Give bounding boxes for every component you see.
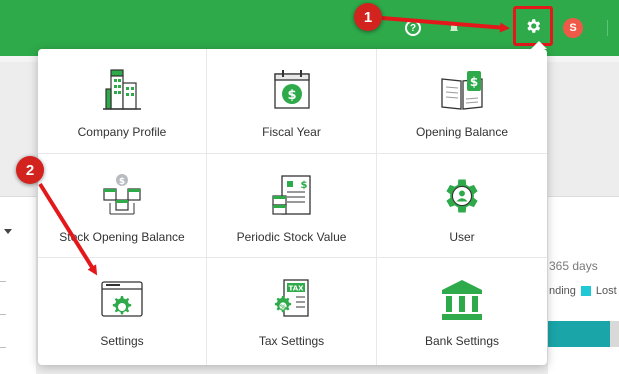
stock-report-icon: $ xyxy=(270,174,314,218)
menu-item-company-profile[interactable]: Company Profile xyxy=(38,49,207,154)
progress-bar-fill xyxy=(548,321,610,347)
chart-legend: nding Lost xyxy=(549,285,617,297)
avatar-initial: S xyxy=(569,22,577,34)
background-tick xyxy=(0,281,6,282)
legend-pending-label: nding xyxy=(549,285,576,297)
dropdown-caret xyxy=(531,41,547,49)
svg-text:$: $ xyxy=(300,180,307,191)
toolbar-divider xyxy=(607,20,608,36)
settings-dropdown-menu: Company Profile $ Fiscal Year $ Opening … xyxy=(38,41,547,365)
settings-menu-grid: Company Profile $ Fiscal Year $ Opening … xyxy=(38,49,547,365)
callout-badge-1: 1 xyxy=(354,3,382,31)
menu-item-label: Opening Balance xyxy=(415,125,509,139)
svg-text:%: % xyxy=(279,304,285,311)
menu-item-label: Fiscal Year xyxy=(262,125,321,139)
settings-window-icon xyxy=(99,278,145,322)
menu-item-label: Tax Settings xyxy=(258,334,325,348)
svg-text:$: $ xyxy=(287,88,296,103)
gear-icon xyxy=(527,19,541,33)
legend-lost-label: Lost xyxy=(595,285,617,297)
svg-text:$: $ xyxy=(119,177,125,187)
days-label: 365 days xyxy=(549,259,598,273)
menu-item-label: Bank Settings xyxy=(424,334,500,348)
notification-icon[interactable] xyxy=(447,20,461,36)
callout-number: 2 xyxy=(25,161,35,179)
building-icon xyxy=(102,69,142,113)
bank-icon xyxy=(440,278,484,322)
caret-down-icon[interactable] xyxy=(4,229,12,234)
menu-item-periodic-stock-value[interactable]: $ Periodic Stock Value xyxy=(207,154,377,258)
menu-item-tax-settings[interactable]: TAX % Tax Settings xyxy=(207,258,377,365)
callout-badge-2: 2 xyxy=(16,156,44,184)
settings-gear-button[interactable] xyxy=(513,6,553,46)
menu-item-opening-balance[interactable]: $ Opening Balance xyxy=(377,49,547,154)
progress-bar-rest xyxy=(610,321,619,347)
menu-item-stock-opening-balance[interactable]: $ Stock Opening Balance xyxy=(38,154,207,258)
menu-item-fiscal-year[interactable]: $ Fiscal Year xyxy=(207,49,377,154)
svg-text:$: $ xyxy=(470,75,478,89)
background-tick xyxy=(0,347,6,348)
ledger-book-icon: $ xyxy=(440,69,484,113)
menu-item-label: Settings xyxy=(100,334,144,348)
menu-item-label: Company Profile xyxy=(77,125,167,139)
svg-text:TAX: TAX xyxy=(288,285,304,293)
menu-item-label: User xyxy=(449,230,475,244)
stock-boxes-icon: $ xyxy=(100,174,144,218)
menu-item-settings[interactable]: Settings xyxy=(38,258,207,365)
tax-document-icon: TAX % xyxy=(270,278,314,322)
user-gear-icon xyxy=(440,174,484,218)
menu-item-bank-settings[interactable]: Bank Settings xyxy=(377,258,547,365)
menu-item-user[interactable]: User xyxy=(377,154,547,258)
menu-item-label: Stock Opening Balance xyxy=(59,230,185,244)
question-circle-icon[interactable]: ? xyxy=(405,20,421,36)
callout-number: 1 xyxy=(363,8,373,26)
background-tick xyxy=(0,314,6,315)
menu-item-label: Periodic Stock Value xyxy=(236,230,347,244)
legend-lost-swatch xyxy=(580,286,591,296)
user-avatar[interactable]: S xyxy=(563,18,583,38)
calendar-dollar-icon: $ xyxy=(271,69,313,113)
